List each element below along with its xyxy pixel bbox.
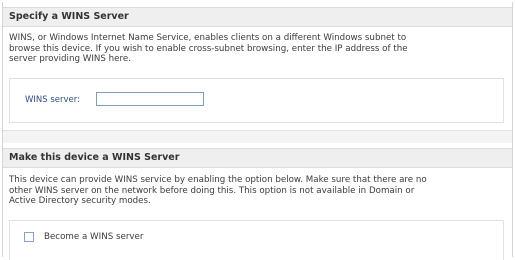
make-wins-server-header: Make this device a WINS Server (3, 148, 512, 168)
wins-server-field-box: WINS server: (9, 78, 504, 123)
make-server-description: This device can provide WINS service by … (9, 175, 498, 207)
section-divider (3, 130, 512, 143)
description-line: other WINS server on the network before … (9, 185, 415, 196)
section-title: Specify a WINS Server (9, 11, 129, 22)
wins-server-input[interactable] (96, 92, 204, 106)
description-line: WINS, or Windows Internet Name Service, … (9, 33, 407, 43)
wins-settings-panel: Specify a WINS Server WINS, or Windows I… (2, 2, 513, 260)
wins-server-label: WINS server: (25, 95, 80, 105)
description-line: This device can provide WINS service by … (9, 175, 427, 185)
section-title: Make this device a WINS Server (9, 152, 180, 163)
description-line: server providing WINS here. (9, 54, 132, 64)
become-wins-server-label[interactable]: Become a WINS server (44, 232, 143, 242)
specify-wins-server-header: Specify a WINS Server (3, 7, 512, 27)
description-line: Active Directory security modes. (9, 196, 151, 206)
become-wins-server-checkbox[interactable] (24, 232, 34, 242)
become-wins-server-box: Become a WINS server (9, 220, 504, 260)
description-line: browse this device. If you wish to enabl… (9, 43, 408, 54)
wins-description: WINS, or Windows Internet Name Service, … (9, 33, 498, 65)
